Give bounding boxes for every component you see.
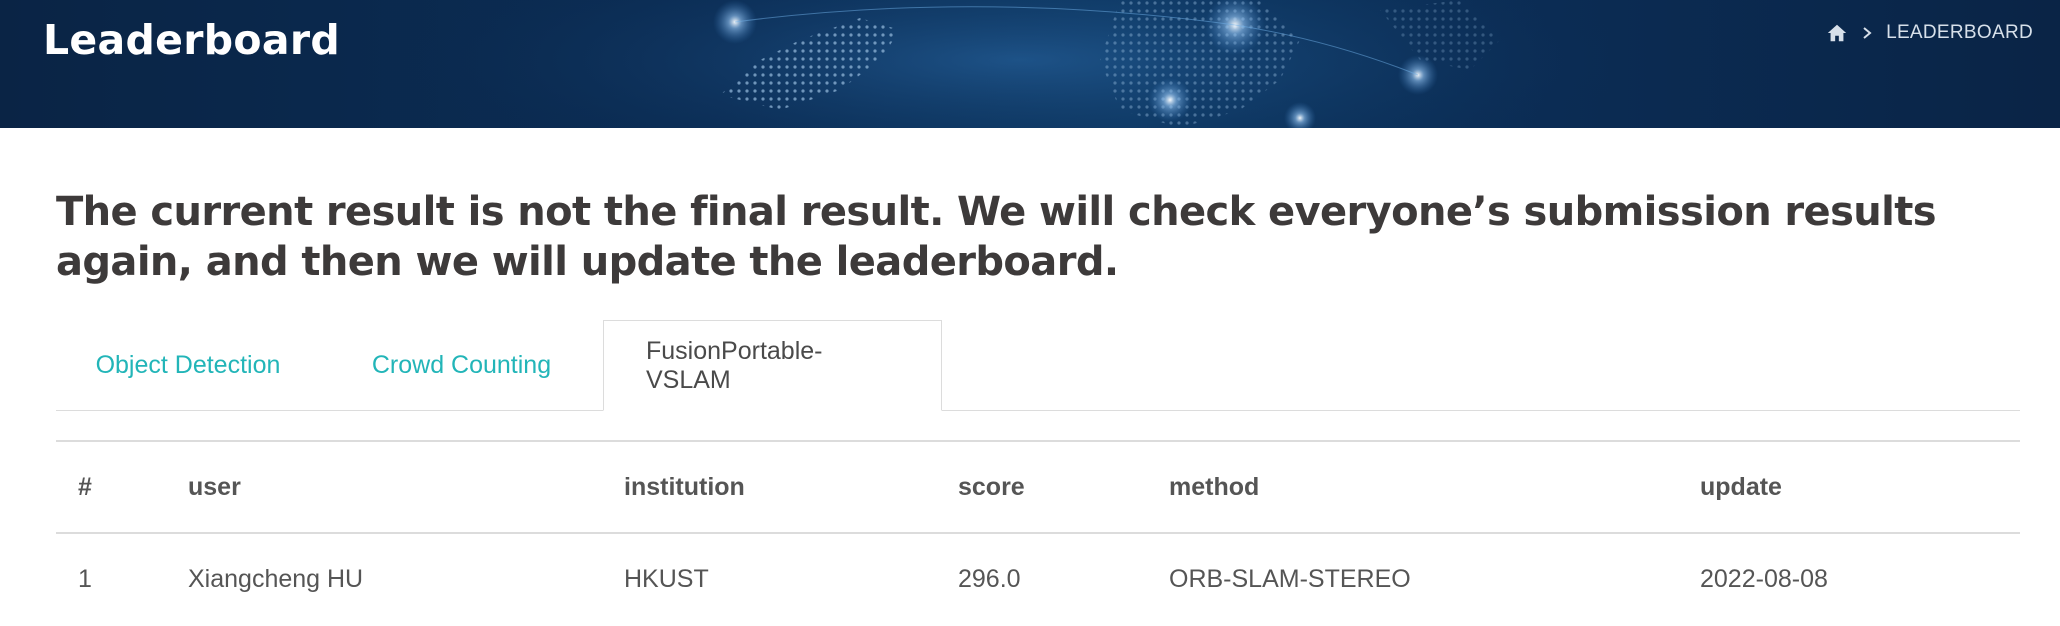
column-header-method: method [1169, 472, 1260, 501]
cell-institution: HKUST [624, 565, 709, 593]
breadcrumb: LEADERBOARD [1826, 22, 2033, 44]
tab-fusionportable-vslam[interactable]: FusionPortable-VSLAM [603, 320, 942, 411]
column-header-score: score [958, 472, 1025, 501]
tab-object-detection[interactable]: Object Detection [56, 320, 320, 410]
home-icon[interactable] [1826, 22, 1848, 44]
cell-score: 296.0 [958, 565, 1021, 593]
tab-crowd-counting[interactable]: Crowd Counting [320, 320, 603, 410]
column-header-institution: institution [624, 472, 745, 501]
leaderboard-tabs: Object Detection Crowd Counting FusionPo… [56, 320, 2020, 411]
column-header-user: user [188, 472, 241, 501]
cell-rank: 1 [78, 565, 92, 593]
leaderboard-table: # user institution score method update 1… [56, 440, 2020, 625]
cell-user: Xiangcheng HU [188, 565, 364, 593]
breadcrumb-current: LEADERBOARD [1886, 22, 2033, 43]
result-notice: The current result is not the final resu… [56, 189, 1937, 285]
page-banner: Leaderboard LEADERBOARD [0, 0, 2060, 128]
table-row: 1 Xiangcheng HU HKUST 296.0 ORB-SLAM-STE… [56, 533, 2020, 625]
page-title: Leaderboard [43, 16, 341, 64]
column-header-rank: # [78, 472, 92, 501]
cell-update: 2022-08-08 [1700, 565, 1828, 593]
table-header-row: # user institution score method update [56, 441, 2020, 533]
chevron-right-icon [1863, 27, 1872, 39]
column-header-update: update [1700, 472, 1782, 501]
cell-method: ORB-SLAM-STEREO [1169, 565, 1411, 593]
